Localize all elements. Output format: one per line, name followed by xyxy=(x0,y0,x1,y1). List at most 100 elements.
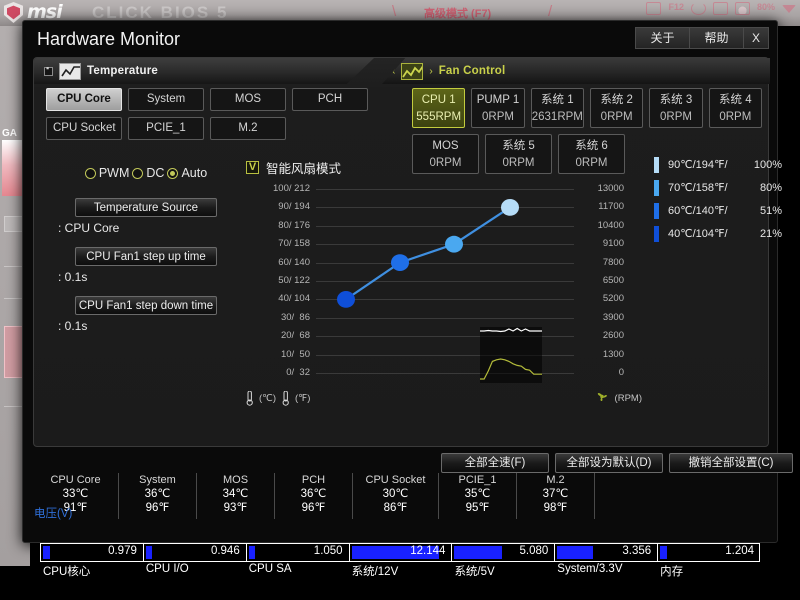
tab-cpu-socket[interactable]: CPU Socket xyxy=(46,117,122,140)
tab-pcie-1[interactable]: PCIE_1 xyxy=(128,117,204,140)
next-arrow-icon[interactable]: › xyxy=(429,66,432,77)
sensor-cell: M.2 37℃ 98℉ xyxy=(517,473,595,519)
fan-curve-series[interactable] xyxy=(242,181,642,386)
voltage-name: CPU I/O xyxy=(145,563,189,575)
fan-blade-icon xyxy=(595,390,609,406)
voltage-cell: 5.080 系统/5V xyxy=(451,543,555,578)
temperature-source-button[interactable]: Temperature Source xyxy=(75,198,217,217)
temperature-tab-row-2: CPU Socket PCIE_1 M.2 xyxy=(46,117,376,140)
radio-dot-icon xyxy=(84,167,96,179)
sensor-cell: System 36℃ 96℉ xyxy=(119,473,197,519)
fan-tab-sys-1[interactable]: 系统 1 2631RPM xyxy=(530,88,584,128)
sensor-cell: PCH 36℃ 96℉ xyxy=(275,473,353,519)
voltage-cell: 0.946 CPU I/O xyxy=(142,543,246,575)
bios-right-strip xyxy=(788,26,800,600)
radio-pwm[interactable]: PWM xyxy=(84,166,130,180)
temperature-section-header: Temperature xyxy=(34,58,374,84)
tab-m2[interactable]: M.2 xyxy=(210,117,286,140)
fan-tab-sys-2[interactable]: 系统 2 0RPM xyxy=(589,88,644,128)
sensor-name: System xyxy=(139,474,176,486)
fan-tab-pump-1[interactable]: PUMP 1 0RPM xyxy=(471,88,525,128)
step-up-time-button[interactable]: CPU Fan1 step up time xyxy=(75,247,217,266)
voltage-cell: 1.204 内存 xyxy=(657,543,761,578)
prev-arrow-icon[interactable]: ‹ xyxy=(392,66,395,77)
collapse-checkbox[interactable] xyxy=(44,63,53,76)
sensor-fahrenheit: 95℉ xyxy=(465,502,490,514)
radio-label: PWM xyxy=(98,166,130,180)
all-default-button[interactable]: 全部设为默认(D) xyxy=(555,453,663,473)
camera-icon[interactable] xyxy=(646,2,662,15)
chart-plot-area[interactable]: 100/ 212 13000 90/ 194 11700 80/ 176 10400 70/… xyxy=(242,181,642,386)
sensor-name: CPU Socket xyxy=(365,474,426,486)
voltage-bars: 0.979 CPU核心 0.946 CPU I/O 1.050 CPU SA 12.144 系… xyxy=(40,543,761,583)
fan-tab-cpu-1[interactable]: CPU 1 555RPM xyxy=(412,88,466,128)
all-full-speed-button[interactable]: 全部全速(F) xyxy=(441,453,549,473)
sensor-fahrenheit: 98℉ xyxy=(543,502,568,514)
tab-system[interactable]: System xyxy=(128,88,204,111)
sensor-celsius: 34℃ xyxy=(222,488,249,500)
dialog-buttons: 关于 帮助 X xyxy=(635,27,769,49)
legend-color-swatch xyxy=(654,225,659,242)
legend-duty-percent: 21% xyxy=(759,227,782,240)
step-up-time-value: : 0.1s xyxy=(58,270,88,284)
sensor-cell: CPU Socket 30℃ 86℉ xyxy=(353,473,439,519)
celsius-unit-label: (℃) xyxy=(259,392,276,404)
step-down-time-value: : 0.1s xyxy=(58,319,88,333)
fan-curve-point[interactable] xyxy=(391,254,409,271)
voltage-value: 5.080 xyxy=(519,545,549,557)
sensor-name: PCH xyxy=(301,474,326,486)
line-chart-icon xyxy=(59,62,81,80)
sensor-fahrenheit: 96℉ xyxy=(301,502,326,514)
voltage-rail-bottom xyxy=(657,561,761,562)
voltage-cell: 0.979 CPU核心 xyxy=(40,543,143,578)
divider-slash: \ xyxy=(392,3,397,20)
sensor-celsius: 33℃ xyxy=(62,488,89,500)
fan-tab-sys-4[interactable]: 系统 4 0RPM xyxy=(708,88,762,128)
voltage-cell: 1.050 CPU SA xyxy=(245,543,349,575)
step-down-time-button[interactable]: CPU Fan1 step down time xyxy=(75,296,217,315)
voltage-rail-bottom xyxy=(245,561,349,562)
refresh-icon[interactable] xyxy=(690,2,706,15)
sensor-name: PCIE_1 xyxy=(458,474,497,486)
bios-icon-tray: F12 80% xyxy=(646,2,796,15)
fan-tab-rpm: 2631RPM xyxy=(531,111,583,123)
radio-dc[interactable]: DC xyxy=(132,166,164,180)
undo-all-button[interactable]: 撤销全部设置(C) xyxy=(669,453,793,473)
radio-label: DC xyxy=(146,166,165,180)
sensor-celsius: 36℃ xyxy=(300,488,327,500)
close-button[interactable]: X xyxy=(743,27,769,49)
tab-cpu-core[interactable]: CPU Core xyxy=(46,88,122,111)
smart-fan-mode-checkbox[interactable]: V xyxy=(246,161,259,174)
fan-tab-rpm: 555RPM xyxy=(416,111,462,123)
fan-curve-line xyxy=(345,206,511,301)
fan-tab-label: MOS xyxy=(432,140,459,152)
help-button[interactable]: 帮助 xyxy=(689,27,743,49)
chevron-down-icon[interactable] xyxy=(782,4,796,13)
tab-pch[interactable]: PCH xyxy=(292,88,368,111)
temperature-tab-row-1: CPU Core System MOS PCH xyxy=(46,88,376,111)
radio-dot-icon xyxy=(132,167,144,179)
fan-tab-row-1: CPU 1 555RPM PUMP 1 0RPM 系统 1 2631RPM 系统… xyxy=(412,88,762,128)
fan-curve-point[interactable] xyxy=(337,291,355,308)
temperature-section-label: Temperature xyxy=(87,65,159,77)
screenshot-icon[interactable] xyxy=(712,2,728,15)
legend-temperature: 40℃/104℉/ xyxy=(668,228,728,240)
legend-color-swatch xyxy=(654,202,659,219)
bios-side-label: GA xyxy=(2,128,17,139)
fan-tab-label: 系统 1 xyxy=(541,94,574,106)
fan-curve-point[interactable] xyxy=(501,199,519,216)
fan-tab-rpm: 0RPM xyxy=(719,111,752,123)
fan-curve-point[interactable] xyxy=(445,235,463,253)
brightness-icon[interactable] xyxy=(734,2,750,15)
monitor-panel: Temperature ‹ › Fan Control CPU Core Sys… xyxy=(33,57,782,447)
voltage-value: 1.204 xyxy=(725,545,755,557)
advanced-mode-button[interactable]: 高级模式 (F7) xyxy=(424,5,491,21)
legend-item: 60℃/140℉/ 51% xyxy=(654,199,782,222)
sensor-readout-strip: CPU Core 33℃ 91℉ System 36℃ 96℉ MOS 34℃ 93℉ PCH 36… xyxy=(33,473,769,519)
divider-slash: / xyxy=(548,3,553,20)
voltage-tick xyxy=(759,543,761,561)
radio-auto[interactable]: Auto xyxy=(167,166,207,180)
fan-tab-sys-3[interactable]: 系统 3 0RPM xyxy=(649,88,703,128)
about-button[interactable]: 关于 xyxy=(635,27,689,49)
tab-mos[interactable]: MOS xyxy=(210,88,286,111)
